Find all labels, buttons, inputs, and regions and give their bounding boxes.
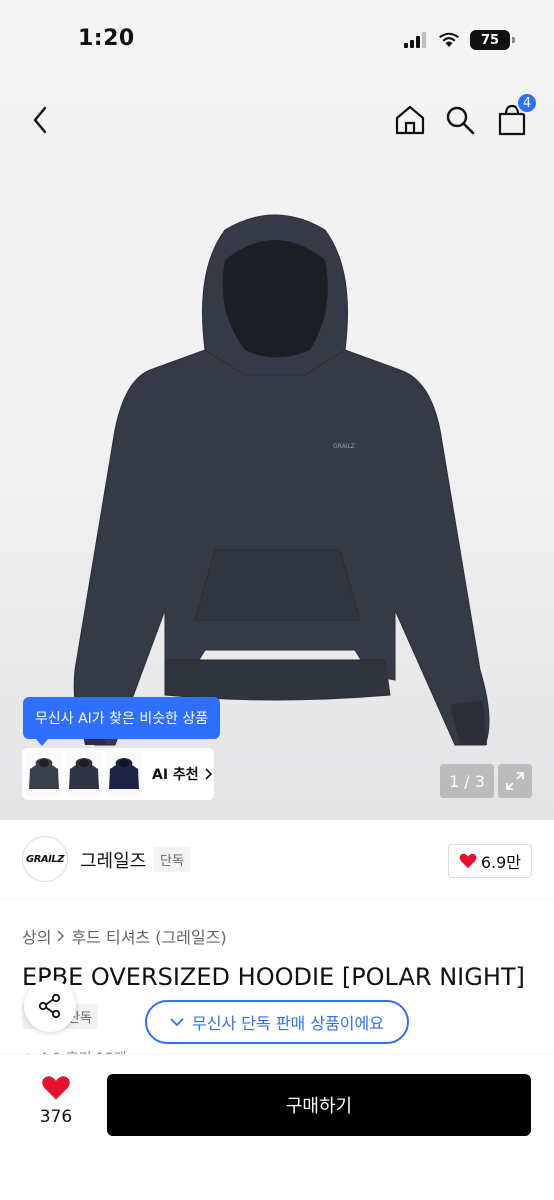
cart-count-badge: 4 bbox=[516, 92, 538, 114]
exclusive-notice-text: 무신사 단독 판매 상품이에요 bbox=[192, 1014, 384, 1033]
brand-exclusive-tag: 단독 bbox=[154, 847, 190, 872]
exclusive-notice-pill: 무신사 단독 판매 상품이에요 bbox=[145, 1000, 409, 1044]
share-button[interactable] bbox=[24, 980, 76, 1032]
ai-recommend-text: AI 추천 bbox=[152, 767, 199, 783]
product-image-hoodie: GRAILZ bbox=[73, 214, 490, 746]
status-time: 1:20 bbox=[78, 26, 135, 51]
similar-item-thumb[interactable] bbox=[66, 752, 102, 796]
hoodie-thumbnail bbox=[69, 758, 99, 789]
product-title: EPBE OVERSIZED HOODIE [POLAR NIGHT] bbox=[22, 963, 525, 991]
buy-button[interactable]: 구매하기 bbox=[107, 1074, 531, 1136]
product-like-button[interactable]: 376 bbox=[30, 1075, 82, 1127]
signal-icon bbox=[404, 32, 426, 48]
heart-icon bbox=[459, 853, 477, 869]
brand-like-count: 6.9만 bbox=[480, 853, 521, 872]
cart-button[interactable]: 4 bbox=[492, 92, 538, 140]
brand-logo[interactable]: GRAILZ bbox=[22, 836, 68, 882]
search-icon bbox=[446, 106, 475, 135]
heart-icon bbox=[42, 1076, 70, 1100]
similar-item-thumb[interactable] bbox=[26, 752, 62, 796]
breadcrumb-item[interactable]: 후드 티셔츠 (그레일즈) bbox=[71, 924, 226, 948]
battery-icon: 75 bbox=[470, 30, 515, 50]
chevron-right-icon bbox=[205, 768, 212, 780]
image-counter: 1 / 3 bbox=[440, 764, 494, 798]
chevron-down-icon bbox=[170, 1018, 184, 1027]
status-icons: 75 bbox=[404, 30, 515, 50]
hoodie-thumbnail bbox=[29, 758, 59, 789]
product-like-count: 376 bbox=[39, 1107, 73, 1127]
home-icon bbox=[395, 105, 425, 135]
ai-similar-tooltip: 무신사 AI가 찾은 비슷한 상품 bbox=[23, 697, 221, 746]
top-nav: 4 bbox=[0, 90, 554, 150]
brand-row: GRAILZ 그레일즈 단독 6.9만 bbox=[0, 820, 554, 900]
search-button[interactable] bbox=[440, 100, 480, 140]
breadcrumb-item[interactable]: 상의 bbox=[22, 924, 51, 948]
bottom-bar: 376 구매하기 bbox=[0, 1054, 554, 1200]
chevron-right-icon bbox=[57, 930, 65, 942]
status-bar: 1:20 75 bbox=[0, 0, 554, 80]
brand-name[interactable]: 그레일즈 bbox=[80, 847, 146, 873]
back-button[interactable] bbox=[20, 100, 60, 140]
similar-item-thumb[interactable] bbox=[106, 752, 142, 796]
share-icon bbox=[38, 993, 61, 1019]
brand-like-button[interactable]: 6.9만 bbox=[447, 844, 532, 878]
wifi-icon bbox=[439, 32, 459, 47]
expand-icon bbox=[506, 772, 524, 790]
hoodie-chest-print: GRAILZ bbox=[333, 443, 355, 450]
expand-image-button[interactable] bbox=[498, 764, 532, 798]
ai-recommend-button[interactable]: AI 추천 bbox=[22, 748, 214, 800]
breadcrumb: 상의 후드 티셔츠 (그레일즈) bbox=[22, 924, 227, 948]
ai-recommend-label: AI 추천 bbox=[152, 764, 213, 784]
home-button[interactable] bbox=[390, 100, 430, 140]
hoodie-thumbnail bbox=[109, 758, 139, 789]
chevron-left-icon bbox=[33, 106, 47, 134]
